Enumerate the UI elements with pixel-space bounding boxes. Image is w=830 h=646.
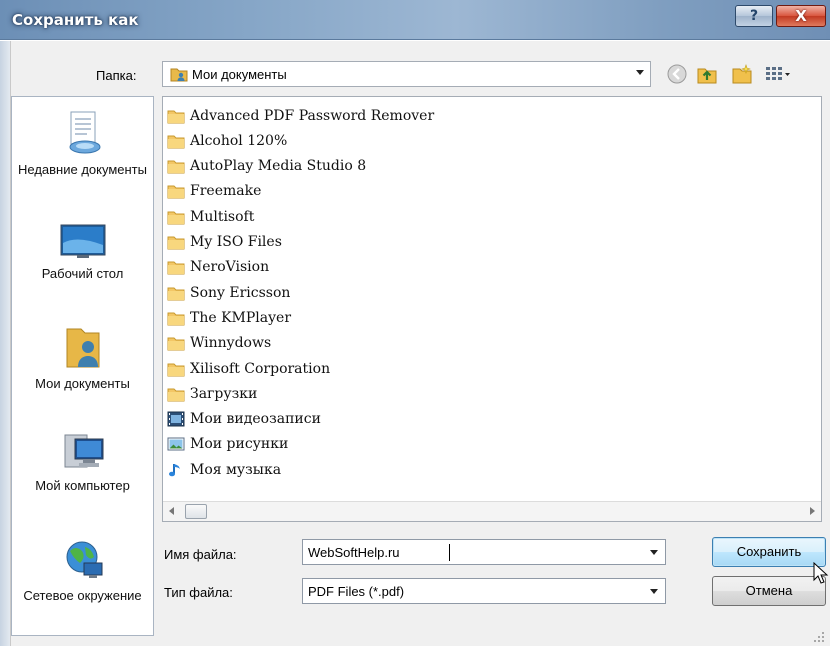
place-my-computer[interactable]: Мой компьютер bbox=[12, 431, 153, 494]
filename-label: Имя файла: bbox=[164, 547, 237, 562]
folder-icon bbox=[167, 110, 185, 123]
file-name: Xilisoft Corporation bbox=[190, 360, 331, 377]
my-documents-icon bbox=[66, 328, 99, 368]
filetype-value: PDF Files (*.pdf) bbox=[308, 584, 405, 599]
filename-value: WebSoftHelp.ru bbox=[308, 545, 400, 560]
file-list-item[interactable]: Моя музыка bbox=[167, 457, 281, 482]
place-label: Рабочий стол bbox=[41, 266, 124, 281]
text-caret bbox=[449, 544, 450, 561]
new-folder-icon[interactable] bbox=[731, 63, 753, 85]
scrollbar-thumb[interactable] bbox=[185, 504, 207, 519]
file-list-item[interactable]: Загрузки bbox=[167, 381, 257, 406]
folder-icon bbox=[167, 261, 185, 275]
place-network[interactable]: Сетевое окружение bbox=[12, 537, 153, 604]
window-title: Сохранить как bbox=[12, 11, 139, 29]
back-icon[interactable] bbox=[666, 63, 688, 85]
horizontal-scrollbar[interactable] bbox=[163, 501, 821, 521]
file-list-item[interactable]: Xilisoft Corporation bbox=[167, 356, 330, 381]
title-bar[interactable]: Сохранить как ? X bbox=[0, 0, 830, 40]
scroll-left-icon[interactable] bbox=[169, 507, 174, 515]
folder-dropdown[interactable]: Мои документы bbox=[162, 61, 651, 87]
file-list-item[interactable]: Мои рисунки bbox=[167, 432, 288, 457]
file-list-item[interactable]: Advanced PDF Password Remover bbox=[167, 103, 434, 128]
file-name: The KMPlayer bbox=[190, 309, 292, 326]
save-button[interactable]: Сохранить bbox=[712, 537, 826, 567]
folder-icon bbox=[167, 287, 185, 301]
file-name: NeroVision bbox=[190, 259, 270, 276]
file-name: Alcohol 120% bbox=[190, 132, 288, 149]
file-list[interactable]: Advanced PDF Password Remover Alcohol 120… bbox=[162, 96, 822, 522]
place-label: Сетевое окружение bbox=[23, 588, 142, 603]
folder-icon bbox=[167, 363, 185, 376]
places-bar: Недавние документы Рабочий стол Мои доку… bbox=[11, 96, 154, 636]
file-list-item[interactable]: Sony Ericsson bbox=[167, 280, 290, 305]
file-name: Sony Ericsson bbox=[190, 284, 291, 301]
file-list-item[interactable]: The KMPlayer bbox=[167, 305, 291, 330]
file-name: Мои рисунки bbox=[190, 436, 289, 453]
folder-icon bbox=[167, 388, 185, 402]
file-list-item[interactable]: Winnydows bbox=[167, 331, 271, 356]
filetype-dropdown[interactable]: PDF Files (*.pdf) bbox=[302, 578, 666, 604]
view-menu-icon[interactable] bbox=[764, 63, 792, 85]
file-name: Загрузки bbox=[190, 385, 258, 402]
folder-icon bbox=[167, 211, 185, 225]
resize-grip-icon[interactable] bbox=[812, 630, 826, 644]
folder-icon bbox=[167, 236, 185, 250]
videos-folder-icon bbox=[167, 411, 185, 427]
recent-documents-icon bbox=[69, 111, 100, 154]
my-documents-small-icon bbox=[170, 68, 188, 82]
desktop-icon bbox=[60, 224, 105, 258]
folder-icon bbox=[167, 160, 185, 174]
current-folder-name: Мои документы bbox=[192, 67, 287, 82]
file-list-item[interactable]: Freemake bbox=[167, 179, 261, 204]
save-as-dialog: Сохранить как ? X Папка: Мои документы Н… bbox=[0, 0, 830, 646]
place-label: Мои документы bbox=[35, 376, 130, 391]
file-name: Advanced PDF Password Remover bbox=[190, 107, 435, 124]
file-name: My ISO Files bbox=[190, 234, 282, 250]
file-name: Моя музыка bbox=[190, 461, 282, 478]
folder-icon bbox=[167, 312, 185, 326]
up-folder-icon[interactable] bbox=[696, 63, 718, 85]
mouse-cursor-icon bbox=[813, 562, 829, 584]
place-label: Мой компьютер bbox=[35, 478, 130, 493]
file-list-item[interactable]: Alcohol 120% bbox=[167, 128, 287, 153]
help-button[interactable]: ? bbox=[735, 5, 773, 27]
file-list-item[interactable]: NeroVision bbox=[167, 255, 269, 280]
place-recent-documents[interactable]: Недавние документы bbox=[12, 109, 153, 178]
file-name: Freemake bbox=[190, 183, 262, 200]
folder-label: Папка: bbox=[96, 68, 137, 83]
file-list-item[interactable]: My ISO Files bbox=[167, 230, 282, 255]
scroll-right-icon[interactable] bbox=[810, 507, 815, 515]
file-name: AutoPlay Media Studio 8 bbox=[190, 158, 367, 175]
cancel-button[interactable]: Отмена bbox=[712, 576, 826, 606]
folder-icon bbox=[167, 135, 185, 149]
filename-input[interactable]: WebSoftHelp.ru bbox=[302, 539, 666, 565]
music-folder-icon bbox=[169, 463, 180, 476]
place-desktop[interactable]: Рабочий стол bbox=[12, 221, 153, 282]
network-icon bbox=[66, 541, 102, 578]
place-my-documents[interactable]: Мои документы bbox=[12, 323, 153, 392]
chevron-down-icon[interactable] bbox=[650, 550, 658, 555]
pictures-folder-icon bbox=[167, 437, 185, 451]
close-button[interactable]: X bbox=[776, 5, 826, 27]
folder-icon bbox=[167, 185, 185, 199]
window-frame-left bbox=[0, 41, 11, 646]
chevron-down-icon[interactable] bbox=[636, 70, 644, 75]
file-name: Multisoft bbox=[190, 208, 255, 225]
file-list-item[interactable]: Multisoft bbox=[167, 204, 254, 229]
chevron-down-icon[interactable] bbox=[650, 589, 658, 594]
place-label: Недавние документы bbox=[18, 162, 147, 177]
file-name: Winnydows bbox=[190, 335, 272, 352]
my-computer-icon bbox=[64, 434, 103, 468]
folder-icon bbox=[167, 337, 185, 351]
file-name: Мои видеозаписи bbox=[190, 411, 321, 428]
file-list-item[interactable]: AutoPlay Media Studio 8 bbox=[167, 154, 366, 179]
file-list-item[interactable]: Мои видеозаписи bbox=[167, 407, 321, 432]
filetype-label: Тип файла: bbox=[164, 585, 233, 600]
